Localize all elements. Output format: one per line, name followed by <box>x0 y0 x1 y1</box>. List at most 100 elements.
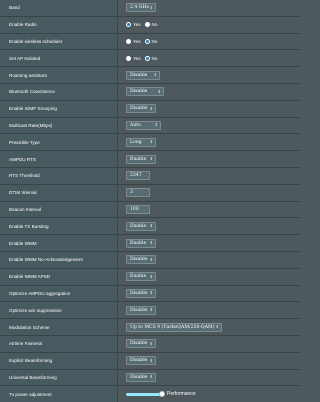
row-rts-threshold: RTS Threshold 2347 <box>0 167 300 185</box>
ampdu-rts-select[interactable]: Enable ⇕ <box>126 154 156 164</box>
radio-unchecked-icon[interactable] <box>144 22 150 28</box>
ampdu-aggregation-label: Optimize AMPDU aggregation <box>0 285 118 302</box>
updown-arrow-icon: ⇕ <box>149 4 153 10</box>
rts-threshold-input[interactable]: 2347 <box>126 171 150 181</box>
modulation-scheme-label: Modulation Scheme <box>0 319 118 335</box>
row-ampdu-rts: AMPDU RTS Enable ⇕ <box>0 151 300 168</box>
updown-arrow-icon: ⇕ <box>153 72 157 78</box>
updown-arrow-icon: ⇕ <box>149 256 153 262</box>
explicit-beamforming-select[interactable]: Disable ⇕ <box>126 356 156 366</box>
roaming-assistant-select[interactable]: Disable ⇕ <box>126 70 160 80</box>
radio-checked-icon[interactable] <box>144 55 150 61</box>
ap-isolated-label: Set AP Isolated <box>0 50 118 67</box>
beacon-interval-input[interactable]: 100 <box>126 204 150 214</box>
ack-suppression-label: Optimize ack suppression <box>0 302 118 319</box>
row-universal-beamforming: Universal Beamforming Disable ⇕ <box>0 369 300 387</box>
ap-isolated-no-option[interactable]: No <box>144 55 157 61</box>
preamble-type-label: Preamble Type <box>0 134 118 151</box>
ampdu-rts-label: AMPDU RTS <box>0 151 118 167</box>
row-wmm-apsd: Enable WMM APSD Enable ⇕ <box>0 268 300 286</box>
wireless-professional-settings: Band 2.4 GHz ⇕ Enable Radio Yes No Enabl… <box>0 0 300 402</box>
universal-beamforming-select[interactable]: Disable ⇕ <box>126 372 156 382</box>
row-tx-bursting: Enable TX Bursting Enable ⇕ <box>0 218 300 236</box>
universal-beamforming-label: Universal Beamforming <box>0 369 118 386</box>
multicast-rate-select[interactable]: Auto ⇕ <box>126 120 161 130</box>
updown-arrow-icon: ⇕ <box>149 273 153 279</box>
enable-radio-yes-option[interactable]: Yes <box>126 22 141 28</box>
radio-checked-icon[interactable] <box>144 38 150 44</box>
igmp-snooping-select[interactable]: Disable ⇕ <box>126 104 156 114</box>
wireless-scheduler-label: Enable wireless scheduler <box>0 33 118 50</box>
wireless-scheduler-no-option[interactable]: No <box>144 38 157 44</box>
radio-checked-icon[interactable] <box>126 22 131 28</box>
ampdu-aggregation-select[interactable]: Disable ⇕ <box>126 288 156 298</box>
tx-power-value: Performance <box>167 391 196 398</box>
row-multicast-rate: Multicast Rate(Mbps) Auto ⇕ <box>0 117 300 135</box>
wmm-select[interactable]: Enable ⇕ <box>126 238 156 248</box>
updown-arrow-icon: ⇕ <box>157 88 161 94</box>
row-band: Band 2.4 GHz ⇕ <box>0 0 300 17</box>
beacon-interval-label: Beacon Interval <box>0 201 118 218</box>
updown-arrow-icon: ⇕ <box>149 374 153 380</box>
updown-arrow-icon: ⇕ <box>149 357 153 363</box>
row-preamble-type: Preamble Type Long ⇕ <box>0 134 300 152</box>
updown-arrow-icon: ⇕ <box>149 340 153 346</box>
wmm-label: Enable WMM <box>0 235 118 251</box>
ack-suppression-select[interactable]: Disable ⇕ <box>126 305 156 315</box>
multicast-rate-label: Multicast Rate(Mbps) <box>0 117 118 134</box>
tx-bursting-select[interactable]: Enable ⇕ <box>126 221 156 231</box>
row-roaming-assistant: Roaming assistant Disable ⇕ <box>0 67 300 84</box>
radio-unchecked-icon[interactable] <box>126 38 131 44</box>
updown-arrow-icon: ⇕ <box>149 105 153 111</box>
wmm-apsd-label: Enable WMM APSD <box>0 268 118 285</box>
updown-arrow-icon: ⇕ <box>149 240 153 246</box>
slider-handle[interactable] <box>159 391 165 398</box>
airtime-fairness-select[interactable]: Disable ⇕ <box>126 339 156 349</box>
wireless-scheduler-yes-option[interactable]: Yes <box>126 38 141 44</box>
explicit-beamforming-label: Explicit Beamforming <box>0 352 118 369</box>
row-enable-radio: Enable Radio Yes No <box>0 16 300 34</box>
row-tx-power: Tx power adjustment Performance <box>0 386 300 402</box>
igmp-snooping-label: Enable IGMP Snooping <box>0 100 118 117</box>
modulation-scheme-select[interactable]: Up to MCS 9 (TurboQAM/256-QAM) ⇕ <box>126 322 222 332</box>
row-igmp-snooping: Enable IGMP Snooping Disable ⇕ <box>0 100 300 118</box>
row-ack-suppression: Optimize ack suppression Disable ⇕ <box>0 302 300 320</box>
row-beacon-interval: Beacon Interval 100 <box>0 201 300 219</box>
roaming-assistant-label: Roaming assistant <box>0 67 118 83</box>
radio-unchecked-icon[interactable] <box>126 55 131 61</box>
row-wmm-no-ack: Enable WMM No-Acknowledgement Disable ⇕ <box>0 251 300 269</box>
updown-arrow-icon: ⇕ <box>154 122 158 128</box>
updown-arrow-icon: ⇕ <box>149 156 153 162</box>
row-airtime-fairness: Airtime Fairness Disable ⇕ <box>0 335 300 353</box>
preamble-type-select[interactable]: Long ⇕ <box>126 137 156 147</box>
rts-threshold-label: RTS Threshold <box>0 167 118 184</box>
dtim-interval-label: DTIM Interval <box>0 184 118 201</box>
updown-arrow-icon: ⇕ <box>149 307 153 313</box>
enable-radio-label: Enable Radio <box>0 16 118 33</box>
tx-power-slider[interactable] <box>126 391 165 398</box>
updown-arrow-icon: ⇕ <box>149 223 153 229</box>
row-ampdu-aggregation: Optimize AMPDU aggregation Disable ⇕ <box>0 285 300 303</box>
updown-arrow-icon: ⇕ <box>215 324 219 330</box>
updown-arrow-icon: ⇕ <box>149 290 153 296</box>
wmm-no-ack-select[interactable]: Disable ⇕ <box>126 255 156 265</box>
tx-power-label: Tx power adjustment <box>0 386 118 402</box>
row-bluetooth-coexistence: Bluetooth Coexistence Disable ⇕ <box>0 83 300 101</box>
row-ap-isolated: Set AP Isolated Yes No <box>0 50 300 68</box>
dtim-interval-input[interactable]: 3 <box>126 188 150 198</box>
updown-arrow-icon: ⇕ <box>149 139 153 145</box>
row-wmm: Enable WMM Enable ⇕ <box>0 235 300 252</box>
row-explicit-beamforming: Explicit Beamforming Disable ⇕ <box>0 352 300 370</box>
tx-bursting-label: Enable TX Bursting <box>0 218 118 235</box>
bluetooth-coexistence-select[interactable]: Disable ⇕ <box>126 87 164 97</box>
ap-isolated-yes-option[interactable]: Yes <box>126 55 141 61</box>
band-select[interactable]: 2.4 GHz ⇕ <box>126 3 156 13</box>
wmm-no-ack-label: Enable WMM No-Acknowledgement <box>0 251 118 268</box>
bluetooth-coexistence-label: Bluetooth Coexistence <box>0 83 118 100</box>
band-label: Band <box>0 0 118 16</box>
enable-radio-no-option[interactable]: No <box>144 22 157 28</box>
airtime-fairness-label: Airtime Fairness <box>0 335 118 352</box>
wmm-apsd-select[interactable]: Enable ⇕ <box>126 272 156 282</box>
row-modulation-scheme: Modulation Scheme Up to MCS 9 (TurboQAM/… <box>0 319 300 336</box>
row-wireless-scheduler: Enable wireless scheduler Yes No <box>0 33 300 51</box>
